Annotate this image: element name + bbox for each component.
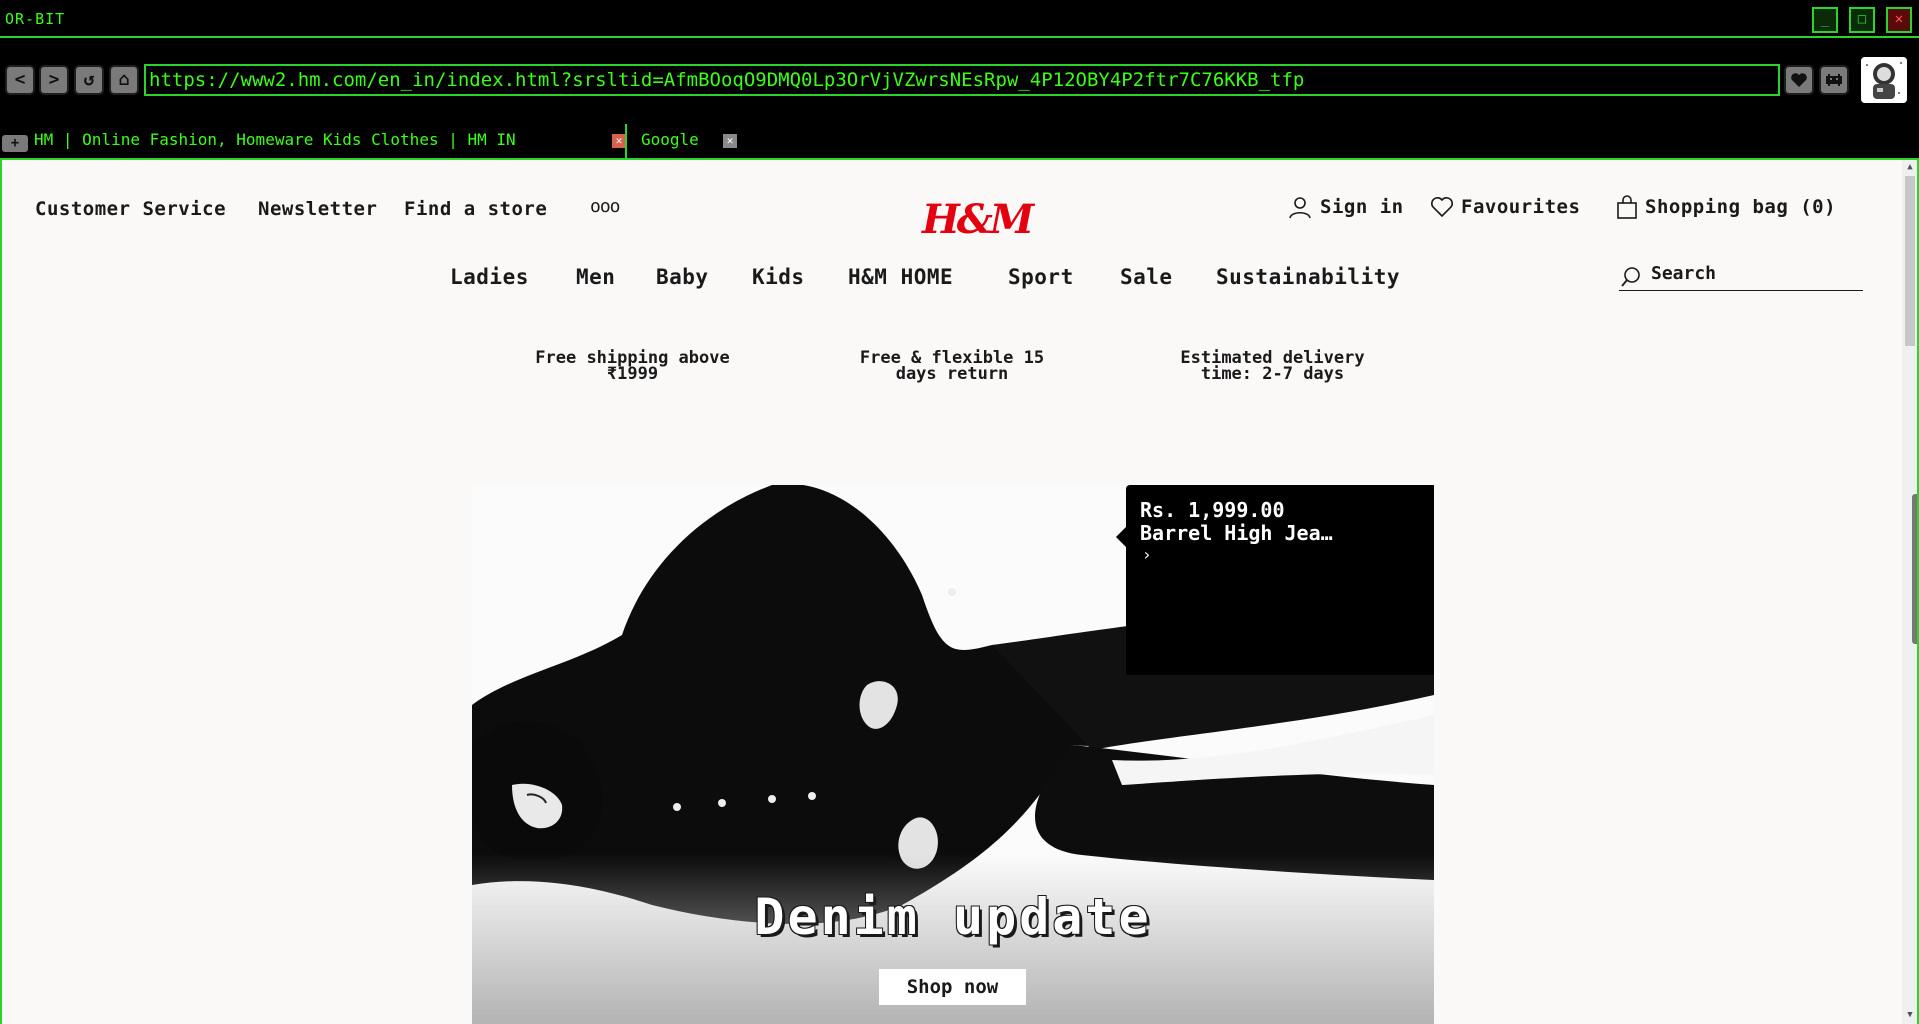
window-titlebar: OR-BIT _ □ ✕ bbox=[0, 0, 1919, 38]
nav-baby[interactable]: Baby bbox=[656, 265, 709, 289]
nav-sport[interactable]: Sport bbox=[1008, 265, 1074, 289]
customer-service-link[interactable]: Customer Service bbox=[35, 198, 226, 220]
scroll-down-icon[interactable]: ▼ bbox=[1905, 1010, 1915, 1022]
shopping-bag-icon bbox=[1617, 195, 1637, 219]
tab-divider bbox=[625, 124, 627, 158]
reload-button[interactable]: ↺ bbox=[74, 65, 104, 95]
usp-line: time: 2-7 days bbox=[1200, 364, 1345, 384]
astronaut-icon bbox=[1861, 57, 1907, 103]
more-menu-icon[interactable]: ooo bbox=[590, 196, 620, 217]
forward-button[interactable]: > bbox=[39, 65, 69, 95]
tab-google[interactable]: Google bbox=[641, 130, 699, 149]
search-placeholder: Search bbox=[1651, 263, 1717, 284]
page-viewport: Customer Service Newsletter Find a store… bbox=[0, 160, 1919, 1024]
nav-men[interactable]: Men bbox=[576, 265, 615, 289]
nav-sale[interactable]: Sale bbox=[1120, 265, 1173, 289]
nav-hm-home[interactable]: H&M HOME bbox=[848, 265, 953, 289]
user-avatar[interactable] bbox=[1861, 57, 1907, 103]
price-tag-pointer bbox=[1116, 527, 1126, 547]
product-price-tag[interactable]: Rs. 1,999.00 Barrel High Jea… › bbox=[1126, 485, 1434, 675]
extension-button[interactable] bbox=[1819, 65, 1849, 95]
bookmark-button[interactable] bbox=[1784, 65, 1814, 95]
tab-bar: + HM | Online Fashion, Homeware Kids Clo… bbox=[0, 124, 1919, 160]
heart-icon bbox=[1791, 73, 1807, 87]
address-bar[interactable]: https://www2.hm.com/en_in/index.html?srs… bbox=[144, 64, 1780, 96]
usp-delivery: Estimated delivery time: 2-7 days bbox=[1120, 350, 1425, 384]
product-name: Barrel High Jea… bbox=[1140, 521, 1333, 545]
user-icon bbox=[1289, 197, 1311, 219]
newsletter-link[interactable]: Newsletter bbox=[258, 198, 377, 220]
product-price: Rs. 1,999.00 bbox=[1140, 498, 1285, 522]
maximize-button[interactable]: □ bbox=[1849, 7, 1875, 33]
tab-hm[interactable]: HM | Online Fashion, Homeware Kids Cloth… bbox=[34, 130, 516, 149]
hero-title: Denim update bbox=[754, 888, 1152, 946]
chevron-right-icon: › bbox=[1142, 545, 1152, 564]
sign-in-link[interactable]: Sign in bbox=[1320, 196, 1404, 218]
new-tab-button[interactable]: + bbox=[2, 135, 28, 152]
close-window-button[interactable]: ✕ bbox=[1886, 7, 1912, 33]
heart-icon bbox=[1431, 197, 1453, 218]
scroll-up-icon[interactable]: ▲ bbox=[1905, 162, 1915, 174]
shop-now-button[interactable]: Shop now bbox=[879, 969, 1026, 1005]
home-button[interactable]: ⌂ bbox=[109, 65, 139, 95]
search-icon bbox=[1621, 267, 1640, 287]
tab-close-icon[interactable]: ✕ bbox=[723, 134, 737, 148]
hm-logo[interactable]: H&M bbox=[922, 196, 1034, 243]
nav-sustainability[interactable]: Sustainability bbox=[1216, 265, 1400, 289]
scrollbar-thumb[interactable] bbox=[1905, 176, 1915, 346]
hero-banner[interactable]: Rs. 1,999.00 Barrel High Jea… › Denim up… bbox=[472, 485, 1434, 1024]
product-price-text: Rs. 1,999.00 Barrel High Jea… bbox=[1140, 499, 1333, 545]
side-panel-handle[interactable] bbox=[1912, 494, 1917, 644]
usp-line: days return bbox=[895, 364, 1009, 384]
shopping-bag-link[interactable]: Shopping bag (0) bbox=[1645, 196, 1836, 218]
back-button[interactable]: < bbox=[5, 65, 35, 95]
app-title: OR-BIT bbox=[5, 10, 66, 28]
find-store-link[interactable]: Find a store bbox=[404, 198, 547, 220]
space-invader-icon bbox=[1826, 74, 1842, 86]
nav-kids[interactable]: Kids bbox=[752, 265, 805, 289]
minimize-button[interactable]: _ bbox=[1812, 7, 1838, 33]
usp-line: ₹1999 bbox=[606, 364, 659, 384]
search-input[interactable]: Search bbox=[1619, 260, 1863, 291]
usp-free-shipping: Free shipping above ₹1999 bbox=[480, 350, 785, 384]
nav-ladies[interactable]: Ladies bbox=[450, 265, 529, 289]
favourites-link[interactable]: Favourites bbox=[1461, 196, 1580, 218]
tab-close-icon[interactable]: ✕ bbox=[612, 134, 626, 148]
browser-toolbar: < > ↺ ⌂ https://www2.hm.com/en_in/index.… bbox=[0, 38, 1919, 124]
usp-returns: Free & flexible 15 days return bbox=[802, 350, 1102, 384]
